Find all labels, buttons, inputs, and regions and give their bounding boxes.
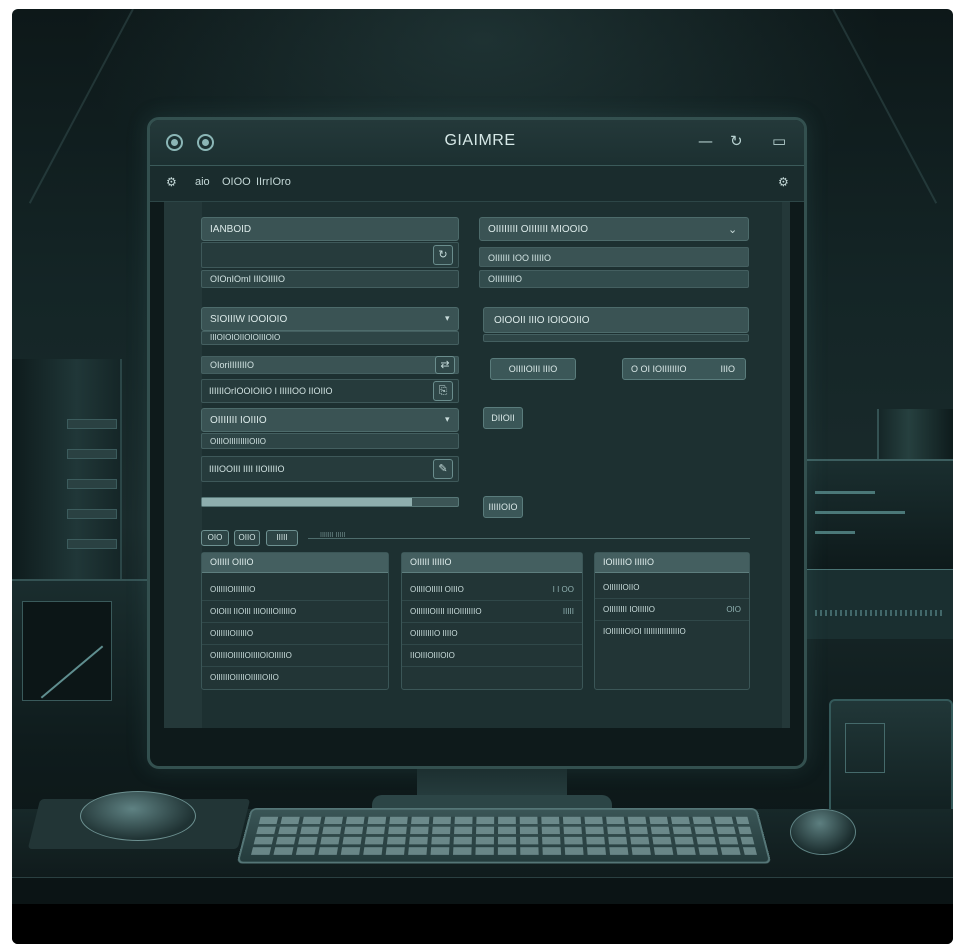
tab-3[interactable]: IIIII: [266, 530, 298, 546]
cell: OIIIIIIOIIIIOIIIIIOIIO: [210, 673, 279, 682]
right-panel1-line2: OIIIIIIIIO: [479, 270, 749, 288]
table-row[interactable]: OIIIIIIOIIO: [595, 577, 749, 599]
gear-icon[interactable]: ⚙: [166, 175, 177, 189]
menu-bar: ⚙ aio OIOO IIrrIOro ⚙: [150, 166, 804, 202]
panel1-input[interactable]: [201, 242, 459, 268]
panel2-line: IIIOIOIOIIOIOIIIOIO: [201, 331, 459, 345]
bottom-bar: [12, 904, 953, 944]
right-panel1-line1: OIIIIII IOO IIIIIO: [479, 247, 749, 267]
cell: OIIIIIOIIIIIIIO: [210, 585, 256, 594]
chevron-down-icon[interactable]: ▾: [445, 415, 450, 425]
refresh-button[interactable]: ↻: [730, 132, 743, 150]
cell: OIOIII IIOIII IIIOIIIOIIIIIO: [210, 607, 297, 616]
tab-divider: [308, 538, 750, 539]
cell: OIIIIIOIIIIIOIIIIOIOIIIIIO: [210, 651, 292, 660]
panel3-header[interactable]: OIIIIIII IOIIIO: [201, 408, 459, 432]
right-panel1-header[interactable]: OIIIIIIII OIIIIIII MIOOIO: [479, 217, 749, 241]
panel3-line: OIIIOIIIIIIIIIOIIO: [201, 433, 459, 449]
cell: OIIIIIIOIIO: [603, 583, 640, 592]
menu-item-3[interactable]: IIrrIOro: [256, 176, 291, 188]
expand-button[interactable]: ▭: [772, 132, 786, 150]
panel1-footer: OIOnIOmI IIIOIIIIO: [201, 270, 459, 288]
table-row[interactable]: OIIIIOIIIII OIIIO I I OO: [402, 579, 582, 601]
column-header[interactable]: IOIIIIIO IIIIIO: [595, 553, 749, 573]
window-button-2-icon[interactable]: [197, 134, 214, 151]
table-row[interactable]: OIIIIIIII IOIIIIIO OIO: [595, 599, 749, 621]
cell: IIOIIIOIIIOIO: [410, 651, 455, 660]
mouse-left-icon: [80, 791, 196, 841]
settings-icon[interactable]: ⚙: [778, 175, 789, 189]
table-row[interactable]: OIIIIIIOIIIIIO: [202, 623, 388, 645]
table-row[interactable]: OIIIIIIOIIII IIIOIIIIIIIO IIIII: [402, 601, 582, 623]
mouse-right-icon: [790, 809, 856, 855]
equipment-strip-right: [805, 569, 953, 639]
table-row[interactable]: IOIIIIIIOIOI IIIIIIIIIIIIIIIIO: [595, 621, 749, 643]
cell-value: I I OO: [552, 585, 574, 594]
row1-field[interactable]: OIoriIIIIIIIO: [201, 356, 459, 374]
copy-icon[interactable]: ⎘: [433, 381, 453, 401]
action-button-2-suffix: IIIO: [720, 364, 735, 374]
panel1-header: IANBOID: [201, 217, 459, 241]
link-icon[interactable]: ⇄: [435, 356, 455, 374]
title-bar: GIAIMRE — ↻ ▭: [150, 120, 804, 166]
progress-bar: [201, 497, 459, 507]
refresh-icon[interactable]: ↻: [433, 245, 453, 265]
panel2-header[interactable]: SIOIIIW IOOIOIO: [201, 307, 459, 331]
table-row[interactable]: OIIIIIOIIIIIIIO: [202, 579, 388, 601]
column-header[interactable]: OIIIII IIIIIO: [402, 553, 582, 573]
cell-value: OIO: [726, 605, 741, 614]
cell: OIIIIOIIIII OIIIO: [410, 585, 464, 594]
table-row[interactable]: OIIIIIIOIIIIOIIIIIOIIO: [202, 667, 388, 689]
minimize-button[interactable]: —: [698, 132, 713, 150]
cell: OIIIIIIOIIIIIO: [210, 629, 254, 638]
right-panel2-body: [483, 334, 749, 342]
chevron-down-icon[interactable]: ▾: [445, 314, 450, 324]
tab-1[interactable]: OIO: [201, 530, 229, 546]
cell-value: IIIII: [562, 607, 574, 616]
table-row[interactable]: OIIIIIOIIIIIOIIIIOIOIIIIIO: [202, 645, 388, 667]
table-row[interactable]: IIOIIIOIIIOIO: [402, 645, 582, 667]
cell: OIIIIIIIIO IIIIO: [410, 629, 458, 638]
cell: OIIIIIIOIIII IIIOIIIIIIIO: [410, 607, 482, 616]
action-button-1[interactable]: OIIIIOIII IIIO: [490, 358, 576, 380]
desk-edge: [12, 877, 953, 904]
menu-item-2[interactable]: OIOO: [222, 176, 251, 188]
equipment-panel-left: [12, 579, 152, 739]
table-column-3: IOIIIIIO IIIIIO OIIIIIIOIIO OIIIIIIII IO…: [594, 552, 750, 690]
cell: OIIIIIIII IOIIIIIO: [603, 605, 656, 614]
table-column-2: OIIIII IIIIIO OIIIIOIIIII OIIIO I I OO OI…: [401, 552, 583, 690]
table-row[interactable]: OIIIIIIIIO IIIIO: [402, 623, 582, 645]
action-button-2-label: O OI IOIIIIIIIO: [631, 364, 687, 374]
small-button-2[interactable]: IIIIIOIO: [483, 496, 523, 518]
row3-label: IIIIOOIII IIII IIOIIIIO: [209, 464, 285, 474]
action-button-2[interactable]: O OI IOIIIIIIIO IIIO: [622, 358, 746, 380]
keyboard: [236, 807, 772, 864]
row2-label: IIIIIIOrIOOIOIIO I IIIIIOO IIOIIO: [209, 386, 333, 396]
window-button-1-icon[interactable]: [166, 134, 183, 151]
table-row[interactable]: OIOIII IIOIII IIIOIIIOIIIIIO: [202, 601, 388, 623]
menu-item-1[interactable]: aio: [195, 176, 210, 188]
edit-icon[interactable]: ✎: [433, 459, 453, 479]
progress-fill: [202, 498, 412, 506]
tab-2[interactable]: OIIO: [234, 530, 260, 546]
right-panel2-header: OIOOII IIIO IOIOOIIO: [483, 307, 749, 333]
app-title: GIAIMRE: [444, 132, 516, 149]
table-column-1: OIIIII OIIIO OIIIIIOIIIIIIIO OIOIII IIOI…: [201, 552, 389, 690]
small-button-1[interactable]: DIIOII: [483, 407, 523, 429]
console-right: [805, 459, 953, 569]
column-header[interactable]: OIIIII OIIIO: [202, 553, 388, 573]
cell: IOIIIIIIOIOI IIIIIIIIIIIIIIIIO: [603, 627, 686, 636]
chevron-down-icon[interactable]: ⌄: [728, 223, 737, 236]
scene: GIAIMRE — ↻ ▭ ⚙ aio OIOO IIrrIOro ⚙ IANB…: [12, 9, 953, 944]
